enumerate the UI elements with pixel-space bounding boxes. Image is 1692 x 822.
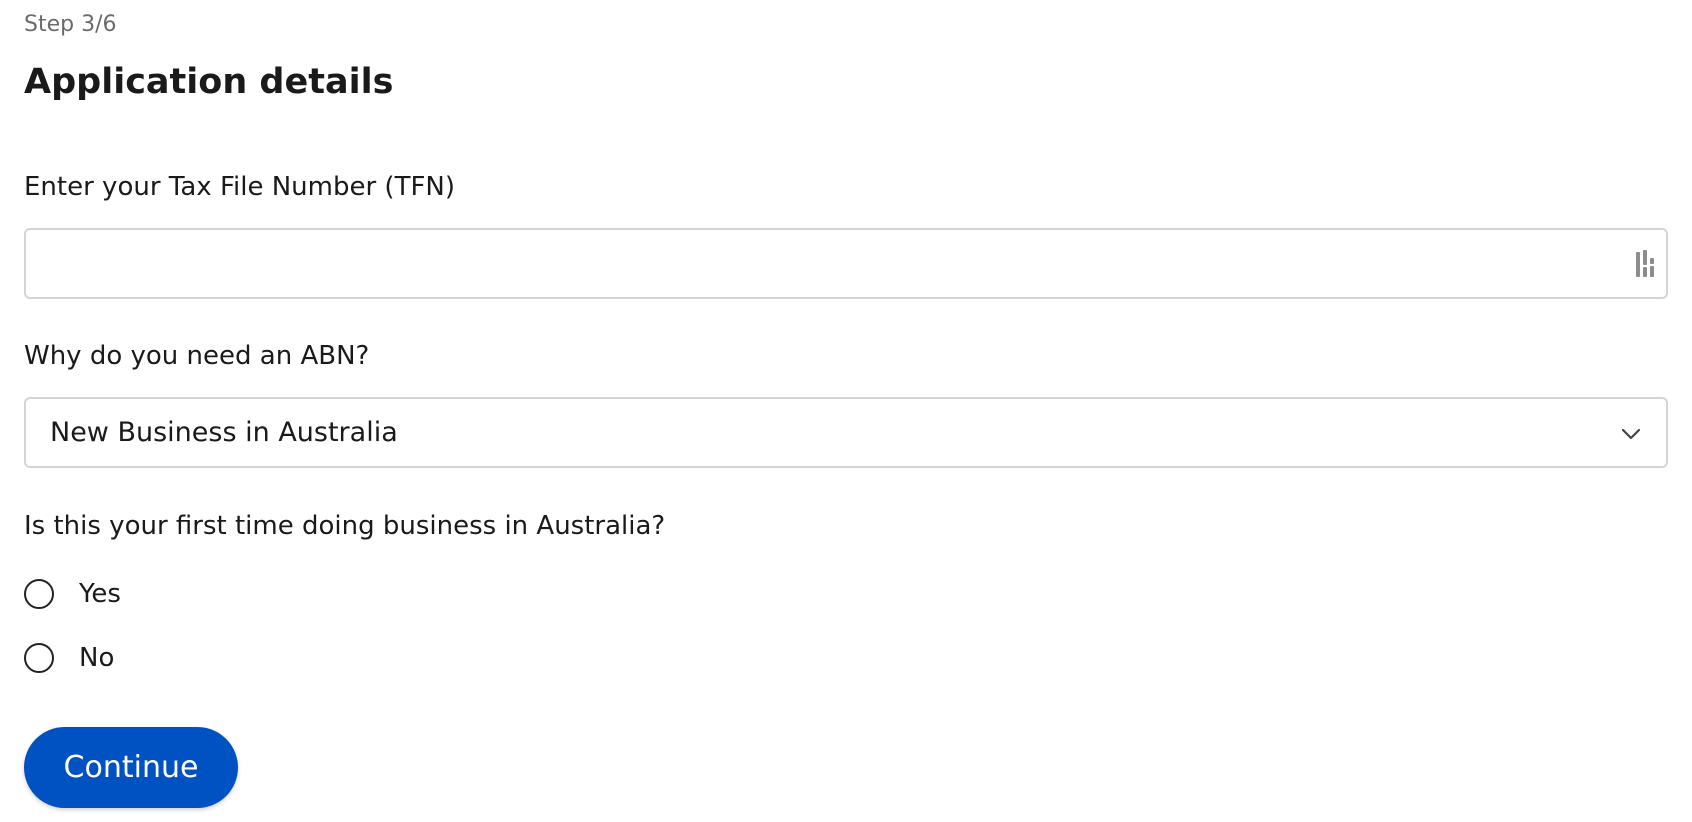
- tfn-input[interactable]: [26, 230, 1606, 297]
- radio-yes[interactable]: [24, 579, 54, 609]
- radio-option-no[interactable]: No: [24, 638, 114, 678]
- abn-reason-selected-value: New Business in Australia: [50, 417, 398, 448]
- tfn-field[interactable]: [24, 228, 1668, 299]
- chevron-down-icon: [1621, 428, 1641, 440]
- password-manager-icon[interactable]: [1635, 249, 1657, 279]
- abn-reason-select[interactable]: New Business in Australia: [24, 397, 1668, 468]
- first-time-question-label: Is this your first time doing business i…: [24, 511, 666, 541]
- radio-no-label: No: [79, 643, 115, 673]
- page-title: Application details: [24, 62, 394, 102]
- step-indicator: Step 3/6: [24, 12, 117, 37]
- radio-no[interactable]: [24, 643, 54, 673]
- radio-yes-label: Yes: [79, 579, 121, 609]
- abn-reason-label: Why do you need an ABN?: [24, 341, 370, 371]
- radio-option-yes[interactable]: Yes: [24, 574, 121, 614]
- tfn-label: Enter your Tax File Number (TFN): [24, 172, 455, 202]
- continue-button[interactable]: Continue: [24, 727, 238, 808]
